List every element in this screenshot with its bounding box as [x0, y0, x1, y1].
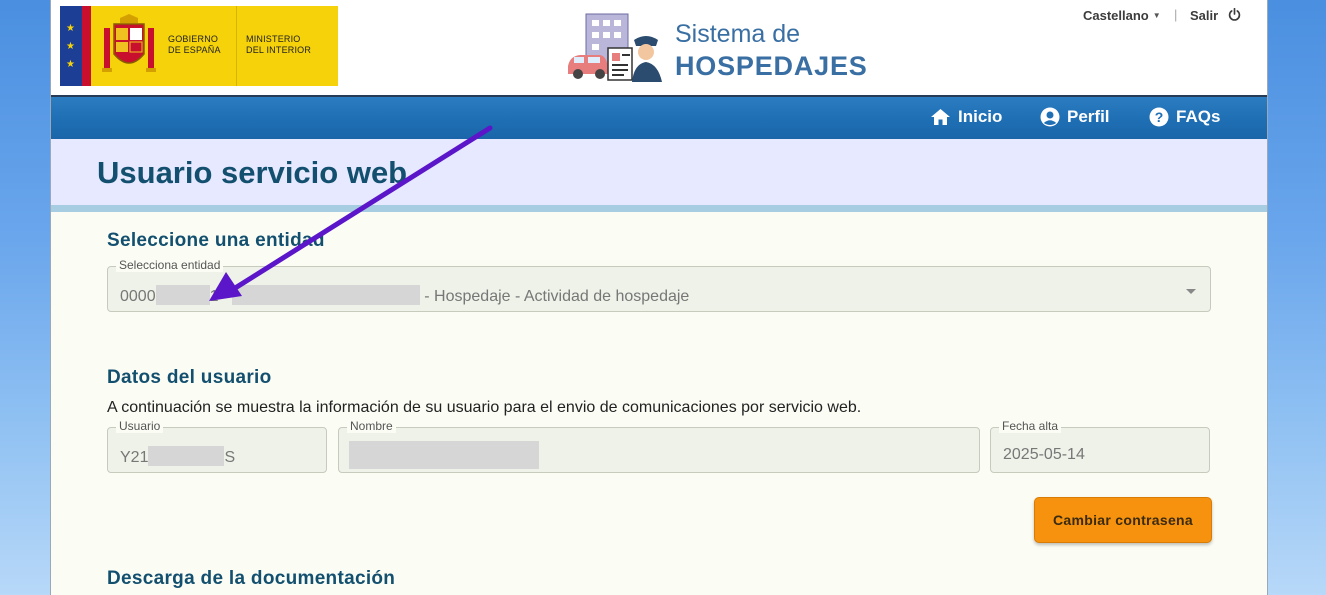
fecha-alta-label: Fecha alta [999, 419, 1062, 433]
nav-label: Inicio [958, 107, 1003, 126]
redacted-block [155, 285, 210, 305]
star-icon: ★ [66, 23, 75, 34]
redacted-block [232, 285, 421, 305]
caret-down-icon: ▼ [1152, 11, 1161, 20]
entity-code-prefix: 0000 [120, 288, 156, 305]
nav-label: Perfil [1067, 107, 1110, 126]
main-navbar: Inicio Perfil ? FAQs [51, 95, 1267, 141]
nombre-field-label: Nombre [347, 419, 396, 433]
entity-select-value: 0000 1 - - Hospedaje - Actividad de hosped… [120, 285, 689, 306]
nav-item-perfil[interactable]: Perfil [1040, 107, 1110, 127]
page-title-band: Usuario servicio web [51, 139, 1267, 205]
logout-link[interactable]: Salir [1190, 8, 1241, 23]
star-icon: ★ [66, 59, 75, 70]
fecha-alta-value: 2025-05-14 [1003, 446, 1085, 463]
user-circle-icon [1040, 107, 1060, 127]
page-container: ★ ★ ★ GOBIERNO DE ESPAÑA MINISTERIO DEL … [50, 0, 1268, 595]
nav-label: FAQs [1176, 107, 1221, 126]
redacted-block [148, 446, 225, 466]
usuario-field-label: Usuario [116, 419, 164, 433]
nav-item-faqs[interactable]: ? FAQs [1149, 107, 1220, 127]
nombre-field[interactable]: Nombre [338, 419, 980, 473]
ministerio-text: MINISTERIO DEL INTERIOR [246, 34, 312, 55]
user-section-title: Datos del usuario [107, 367, 272, 388]
system-title-line1: Sistema de [675, 20, 801, 48]
entity-select[interactable]: Selecciona entidad 0000 1 - - Hospedaje - … [107, 258, 1211, 312]
usuario-field-value: Y21 S [120, 446, 235, 467]
title-band-border [51, 205, 1267, 212]
entity-select-label: Selecciona entidad [116, 258, 224, 272]
eu-flag-strip: ★ ★ ★ [60, 6, 82, 86]
language-selector[interactable]: Castellano ▼ [1083, 8, 1161, 23]
fecha-alta-field[interactable]: Fecha alta 2025-05-14 [990, 419, 1210, 473]
header-separator: | [1174, 7, 1178, 22]
caret-down-icon [1186, 289, 1196, 294]
entity-type-text: - Hospedaje - Actividad de hospedaje [424, 288, 690, 305]
svg-text:?: ? [1155, 109, 1164, 125]
system-title-line2: HOSPEDAJES [675, 51, 868, 81]
language-label: Castellano [1083, 8, 1149, 23]
usuario-prefix: Y21 [120, 449, 149, 466]
red-strip [82, 6, 91, 86]
home-icon [931, 109, 950, 125]
usuario-field[interactable]: Usuario Y21 S [107, 419, 327, 473]
hospedajes-logo-icon[interactable] [566, 10, 666, 82]
docs-section-title: Descarga de la documentación [107, 568, 396, 589]
nombre-field-value [349, 441, 539, 470]
star-icon: ★ [66, 41, 75, 52]
nav-item-inicio[interactable]: Inicio [930, 107, 1002, 127]
usuario-suffix: S [224, 449, 236, 466]
user-section-description: A continuación se muestra la información… [107, 399, 862, 416]
page-title: Usuario servicio web [97, 155, 408, 190]
question-circle-icon: ? [1149, 107, 1169, 127]
power-icon [1228, 8, 1241, 21]
change-password-button[interactable]: Cambiar contrasena [1034, 497, 1212, 543]
logout-label: Salir [1190, 8, 1219, 23]
gobierno-espana-logo[interactable]: ★ ★ ★ GOBIERNO DE ESPAÑA MINISTERIO DEL … [60, 6, 338, 86]
redacted-block [349, 441, 539, 469]
coat-of-arms-icon [102, 14, 156, 72]
entity-section-title: Seleccione una entidad [107, 230, 325, 251]
gobierno-text: GOBIERNO DE ESPAÑA [168, 34, 221, 55]
site-header: ★ ★ ★ GOBIERNO DE ESPAÑA MINISTERIO DEL … [51, 0, 1267, 95]
entity-code-mid: 1 - [209, 288, 229, 305]
logo-divider [236, 6, 237, 86]
